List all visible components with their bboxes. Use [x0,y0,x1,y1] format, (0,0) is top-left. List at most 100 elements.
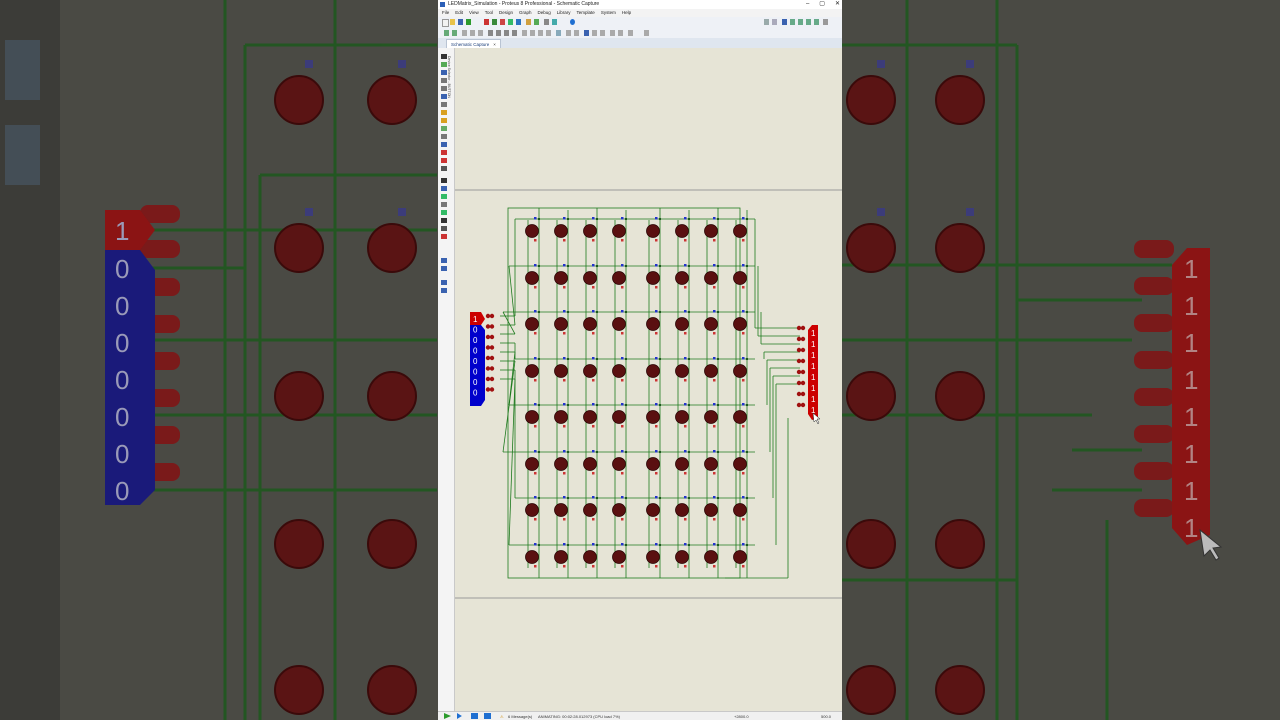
redo-icon[interactable] [452,30,457,36]
remove-sheet-icon[interactable] [592,30,597,36]
minimize-button[interactable]: – [806,0,809,9]
rotate-clockwise-icon[interactable] [441,258,447,263]
led-anode-pin [563,403,566,406]
help-icon[interactable] [570,19,575,25]
open-folder-icon[interactable] [450,19,455,25]
menu-view[interactable]: View [469,9,479,17]
3d-view-icon[interactable] [508,19,513,25]
tab-close-icon[interactable]: × [493,42,496,47]
source-code-icon[interactable] [526,19,531,25]
packaging-tool-icon[interactable] [538,30,543,36]
netlist-icon[interactable] [628,30,633,36]
bill-of-materials-icon[interactable] [610,30,615,36]
undo-icon[interactable] [444,30,449,36]
menu-template[interactable]: Template [577,9,595,17]
arc-tool-icon[interactable] [441,202,447,207]
save-icon[interactable] [458,19,463,25]
led-cathode-pin [563,239,566,242]
property-assignment-icon[interactable] [574,30,579,36]
wire-autorouter-icon[interactable] [556,30,561,36]
project-notes-icon[interactable] [534,19,539,25]
led [525,503,539,517]
led [646,364,660,378]
step-button[interactable] [457,713,462,719]
schematic-canvas[interactable]: 1000000011111111 [455,48,842,712]
menu-library[interactable]: Library [557,9,571,17]
zoom-all-icon[interactable] [806,19,811,25]
gerber-icon[interactable] [500,19,505,25]
menu-debug[interactable]: Debug [538,9,551,17]
subcircuit-icon[interactable] [441,102,447,107]
menu-design[interactable]: Design [499,9,513,17]
make-device-icon[interactable] [530,30,535,36]
tape-recorder-icon[interactable] [441,134,447,139]
text-tool-icon[interactable] [441,218,447,223]
zoom-fit-icon[interactable] [823,19,828,25]
graph-mode-icon[interactable] [441,126,447,131]
block-delete-icon[interactable] [512,30,517,36]
menu-help[interactable]: Help [622,9,631,17]
menu-edit[interactable]: Edit [455,9,463,17]
menu-system[interactable]: System [601,9,616,17]
current-probe-icon[interactable] [441,158,447,163]
copy-icon[interactable] [470,30,475,36]
component-icon[interactable] [552,19,557,25]
terminals-icon[interactable] [441,110,447,115]
zoom-out-icon[interactable] [798,19,803,25]
origin-icon[interactable] [772,19,777,25]
messages-count[interactable]: 6 Message(s) [508,712,532,720]
led-matrix-schematic[interactable]: 1000000011111111 [455,48,842,712]
generator-icon[interactable] [441,142,447,147]
probe-pin [489,324,495,329]
paste-icon[interactable] [478,30,483,36]
led [704,271,718,285]
home-icon[interactable] [466,19,471,25]
block-move-icon[interactable] [496,30,501,36]
new-file-icon[interactable] [442,19,449,27]
grid-icon[interactable] [764,19,769,25]
play-button[interactable] [444,713,451,719]
schematic-icon[interactable] [484,19,489,25]
design-explorer-icon[interactable] [544,19,549,25]
pick-parts-icon[interactable] [522,30,527,36]
zoom-area-icon[interactable] [814,19,819,25]
menu-file[interactable]: File [442,9,449,17]
pause-button[interactable] [471,713,478,719]
block-rotate-icon[interactable] [504,30,509,36]
marker-tool-icon[interactable] [441,234,447,239]
close-button[interactable]: ✕ [835,0,840,9]
menu-graph[interactable]: Graph [519,9,532,17]
menu-tool[interactable]: Tool [485,9,493,17]
search-tag-icon[interactable] [566,30,571,36]
electrical-rules-icon[interactable] [618,30,623,36]
annotate-icon[interactable] [644,30,649,36]
voltage-probe-icon[interactable] [441,150,447,155]
block-copy-icon[interactable] [488,30,493,36]
rotate-anticlockwise-icon[interactable] [441,266,447,271]
flip-vertical-icon[interactable] [441,288,447,293]
circle-tool-icon[interactable] [441,194,447,199]
led-cathode-pin [592,472,595,475]
line-tool-icon[interactable] [441,178,447,183]
bom-icon[interactable] [516,19,521,25]
new-sheet-icon[interactable] [584,30,589,36]
device-pins-icon[interactable] [441,118,447,123]
box-tool-icon[interactable] [441,186,447,191]
pcb-icon[interactable] [492,19,497,25]
led [733,410,747,424]
pan-icon[interactable] [782,19,787,25]
zoom-in-icon[interactable] [790,19,795,25]
wire-junction [745,543,749,547]
probe-pin [489,313,495,319]
decompose-icon[interactable] [546,30,551,36]
virtual-instruments-icon[interactable] [441,166,447,171]
stop-button[interactable] [484,713,491,719]
maximize-button[interactable]: ▢ [819,0,825,9]
symbol-tool-icon[interactable] [441,226,447,231]
flip-horizontal-icon[interactable] [441,280,447,285]
led [583,364,597,378]
exit-to-parent-icon[interactable] [600,30,605,36]
title-bar: LEDMatrix_Simulation - Proteus 8 Profess… [438,0,842,9]
path-tool-icon[interactable] [441,210,447,215]
cut-icon[interactable] [462,30,467,36]
